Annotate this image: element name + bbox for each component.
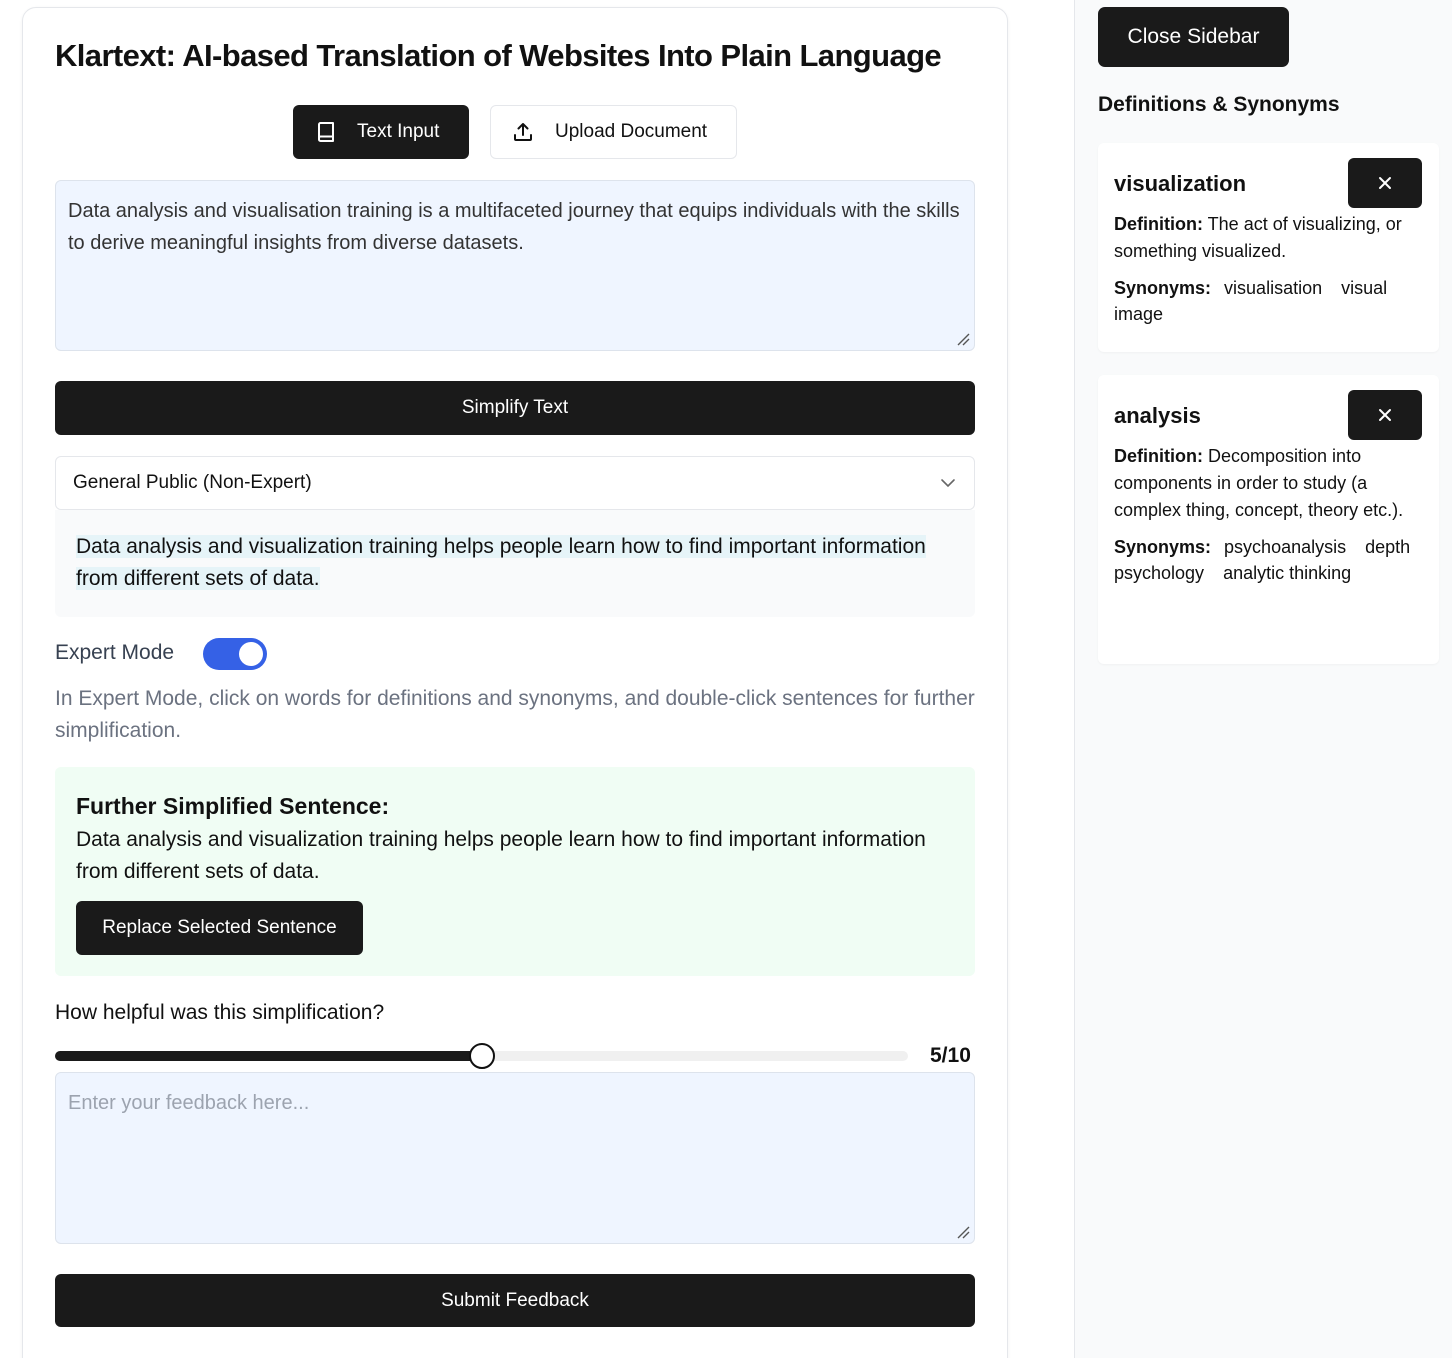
- tab-upload-document-label: Upload Document: [555, 121, 708, 142]
- sidebar-heading: Definitions & Synonyms: [1098, 93, 1340, 116]
- rating-slider-fill: [55, 1051, 482, 1061]
- expert-mode-toggle[interactable]: [203, 638, 267, 670]
- definition-label: Definition:: [1114, 446, 1203, 466]
- tab-text-input[interactable]: Text Input: [293, 105, 469, 159]
- resize-grip-icon[interactable]: [956, 332, 970, 346]
- definition-card: analysis Definition: Decomposition into …: [1098, 375, 1439, 664]
- expert-mode-help: In Expert Mode, click on words for defin…: [55, 687, 975, 742]
- close-icon: [1379, 177, 1391, 189]
- definition-text: Definition: The act of visualizing, or s…: [1114, 211, 1423, 265]
- definition-label: Definition:: [1114, 214, 1203, 234]
- upload-icon: [514, 123, 532, 141]
- tab-text-input-label: Text Input: [357, 121, 440, 142]
- further-simplified-panel: Further Simplified Sentence: Data analys…: [55, 767, 975, 976]
- simplified-sentence[interactable]: Data analysis and visualization training…: [76, 535, 926, 590]
- card-close-button[interactable]: [1348, 390, 1422, 440]
- rating-slider-thumb[interactable]: [469, 1043, 495, 1069]
- simplify-button[interactable]: Simplify Text: [55, 381, 975, 435]
- page-title: Klartext: AI-based Translation of Websit…: [55, 38, 942, 73]
- close-sidebar-button[interactable]: Close Sidebar: [1098, 7, 1289, 67]
- source-text-input[interactable]: Data analysis and visualisation training…: [55, 180, 975, 351]
- expert-mode-label: Expert Mode: [55, 641, 175, 664]
- sidebar: Close Sidebar Definitions & Synonyms vis…: [1074, 0, 1452, 1358]
- toggle-knob: [239, 642, 263, 666]
- book-icon: [318, 122, 334, 142]
- close-icon: [1379, 409, 1391, 421]
- rating-question: How helpful was this simplification?: [55, 1001, 385, 1024]
- further-simplified-text: Data analysis and visualization training…: [76, 828, 926, 883]
- feedback-placeholder: Enter your feedback here...: [68, 1092, 310, 1114]
- synonym: visualisation: [1224, 278, 1323, 298]
- further-simplified-title: Further Simplified Sentence:: [76, 793, 390, 819]
- synonym: analytic thinking: [1223, 563, 1352, 583]
- synonyms-line: Synonyms: psychoanalysis depth psycholog…: [1114, 534, 1423, 586]
- audience-select-value: General Public (Non-Expert): [73, 472, 312, 493]
- synonyms-label: Synonyms:: [1114, 278, 1212, 298]
- definition-card: visualization Definition: The act of vis…: [1098, 143, 1439, 352]
- resize-grip-icon[interactable]: [956, 1225, 970, 1239]
- synonyms-label: Synonyms:: [1114, 537, 1212, 557]
- tab-upload-document[interactable]: Upload Document: [490, 105, 737, 159]
- synonyms-line: Synonyms: visualisation visual image: [1114, 275, 1423, 327]
- rating-value: 5/10: [930, 1044, 971, 1067]
- definition-text: Definition: Decomposition into component…: [1114, 443, 1423, 524]
- card-close-button[interactable]: [1348, 158, 1422, 208]
- simplified-output: Data analysis and visualization training…: [55, 510, 975, 617]
- rating-slider[interactable]: [55, 1043, 908, 1069]
- audience-select[interactable]: General Public (Non-Expert): [55, 456, 975, 510]
- feedback-input[interactable]: Enter your feedback here...: [55, 1072, 975, 1244]
- submit-feedback-button[interactable]: Submit Feedback: [55, 1274, 975, 1327]
- synonym: psychoanalysis: [1224, 537, 1347, 557]
- replace-sentence-button[interactable]: Replace Selected Sentence: [76, 901, 363, 955]
- source-text-value: Data analysis and visualisation training…: [68, 200, 960, 254]
- chevron-down-icon: [941, 479, 955, 488]
